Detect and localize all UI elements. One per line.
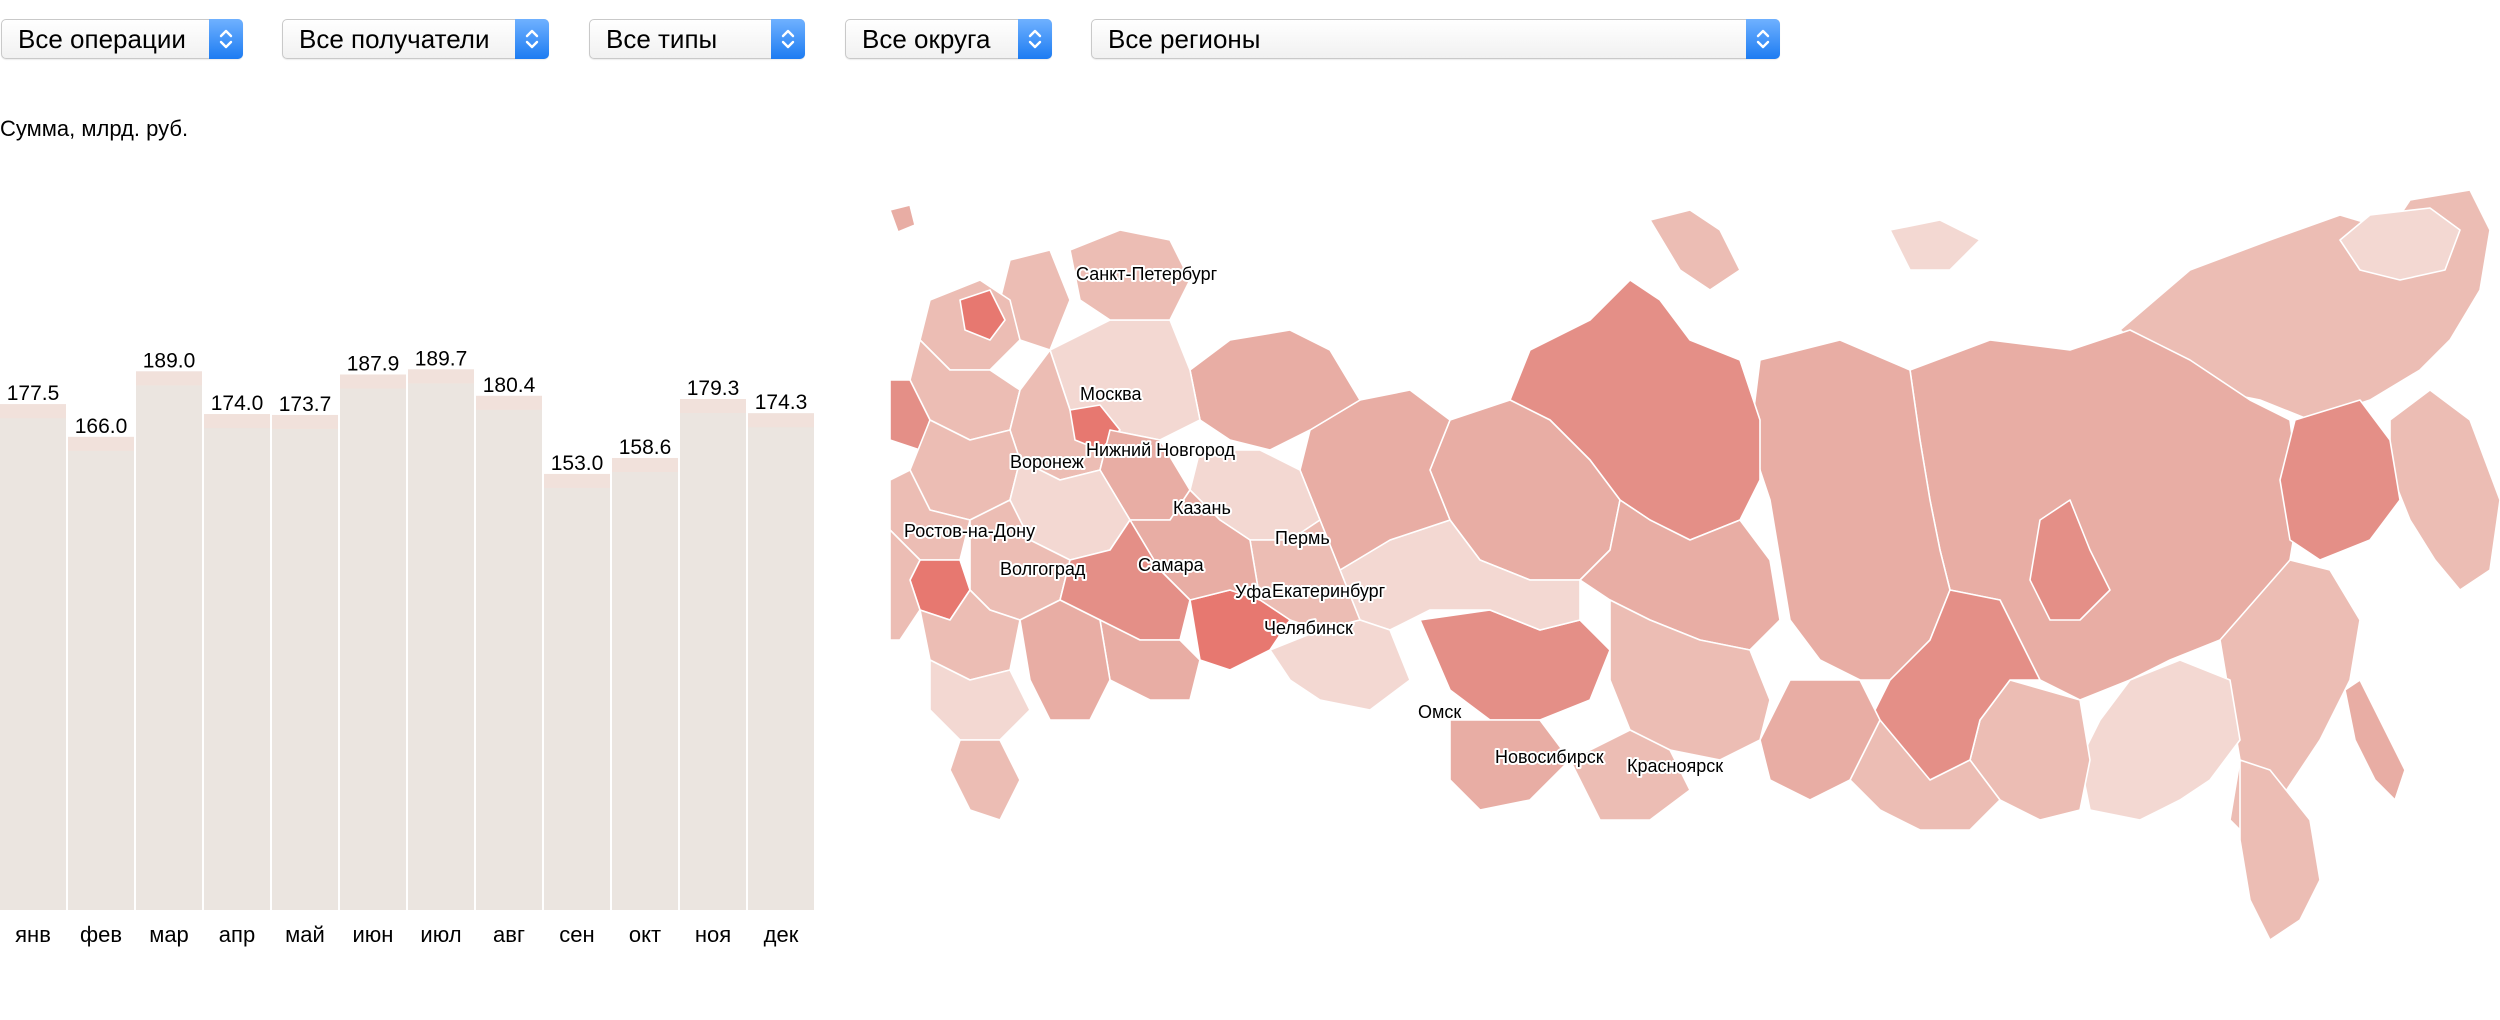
- bar-дек[interactable]: [748, 413, 814, 910]
- city-label-omsk: Омск: [1418, 702, 1461, 722]
- bar-category-label: июн: [353, 922, 394, 947]
- bar-highlight-мар: [136, 371, 202, 386]
- city-label-yekaterinburg: Екатеринбург: [1272, 581, 1386, 601]
- bar-сен[interactable]: [544, 473, 610, 910]
- monthly-sum-bar-chart: 177.5 янв 166.0 фев 189.0 мар 174.0 апр 173.7 май…: [0, 347, 814, 947]
- chart-y-axis-label: Сумма, млрд. руб.: [0, 116, 189, 141]
- bar-value-label: 158.6: [619, 436, 672, 459]
- city-label-volgograd: Волгоград: [1000, 559, 1086, 579]
- bar-value-label: 179.3: [687, 377, 740, 400]
- recipients-select[interactable]: Все получатели: [282, 19, 549, 59]
- bar-highlight-июн: [340, 374, 406, 389]
- bar-value-label: 180.4: [483, 374, 536, 397]
- bar-highlight-дек: [748, 413, 814, 428]
- bar-value-label: 174.3: [755, 391, 808, 414]
- bar-highlight-фев: [68, 436, 134, 451]
- bar-value-label: 189.0: [143, 349, 196, 372]
- bar-category-label: мар: [149, 922, 189, 947]
- bar-ноя[interactable]: [680, 398, 746, 910]
- bar-value-label: 166.0: [75, 415, 128, 438]
- districts-select[interactable]: Все округа: [845, 19, 1052, 59]
- operations-select-value: Все операции: [18, 24, 186, 54]
- bar-category-label: ноя: [695, 922, 731, 947]
- city-label-kazan: Казань: [1173, 498, 1231, 518]
- city-label-chelyabinsk: Челябинск: [1264, 618, 1353, 638]
- city-label-nizhny-novgorod: Нижний Новгород: [1086, 440, 1236, 460]
- bar-category-label: сен: [559, 922, 594, 947]
- city-label-samara: Самара: [1138, 555, 1205, 575]
- map-region[interactable]: [1019, 599, 1111, 721]
- bar-окт[interactable]: [612, 457, 678, 910]
- city-label-voronezh: Воронеж: [1010, 452, 1084, 472]
- map-region[interactable]: [1889, 219, 1981, 271]
- city-label-ufa: Уфа: [1235, 582, 1272, 602]
- russia-regions-map: Санкт-Петербург Москва Нижний Новгород В…: [890, 189, 2500, 941]
- bar-май[interactable]: [272, 414, 338, 910]
- map-region[interactable]: [949, 739, 1021, 821]
- city-label-krasnoyarsk: Красноярск: [1627, 756, 1723, 776]
- city-label-rostov-on-don: Ростов-на-Дону: [904, 521, 1035, 541]
- types-select-value: Все типы: [606, 24, 718, 54]
- map-region[interactable]: [2344, 679, 2406, 801]
- bar-category-label: янв: [15, 922, 51, 947]
- city-label-moscow: Москва: [1080, 384, 1142, 404]
- regions-select[interactable]: Все регионы: [1091, 19, 1780, 59]
- bar-category-label: дек: [764, 922, 799, 947]
- districts-select-value: Все округа: [862, 24, 991, 54]
- bar-highlight-авг: [476, 395, 542, 410]
- bar-мар[interactable]: [136, 371, 202, 911]
- bar-category-label: фев: [80, 922, 122, 947]
- bar-апр[interactable]: [204, 414, 270, 910]
- chevron-updown-icon: [1746, 19, 1780, 59]
- bar-value-label: 174.0: [211, 392, 264, 415]
- bar-highlight-июл: [408, 369, 474, 384]
- bar-highlight-янв: [0, 404, 66, 419]
- chevron-updown-icon: [771, 19, 805, 59]
- chevron-updown-icon: [209, 19, 243, 59]
- regions-select-value: Все регионы: [1108, 24, 1261, 54]
- bar-янв[interactable]: [0, 404, 66, 910]
- bar-category-label: май: [285, 922, 325, 947]
- bar-highlight-ноя: [680, 398, 746, 413]
- types-select[interactable]: Все типы: [589, 19, 805, 59]
- map-region[interactable]: [1649, 209, 1741, 291]
- bar-highlight-май: [272, 414, 338, 429]
- city-label-novosibirsk: Новосибирск: [1495, 747, 1604, 767]
- bar-value-label: 189.7: [415, 347, 468, 370]
- map-region[interactable]: [890, 204, 916, 233]
- bar-июл[interactable]: [408, 369, 474, 910]
- operations-select[interactable]: Все операции: [1, 19, 243, 59]
- map-region[interactable]: [2389, 389, 2500, 591]
- map-region[interactable]: [2239, 759, 2321, 941]
- map-region[interactable]: [2279, 399, 2401, 561]
- bar-value-label: 153.0: [551, 452, 604, 475]
- bar-highlight-окт: [612, 457, 678, 472]
- bar-category-label: окт: [629, 922, 661, 947]
- bar-авг[interactable]: [476, 395, 542, 910]
- bar-category-label: апр: [219, 922, 255, 947]
- bar-highlight-апр: [204, 414, 270, 429]
- bar-category-label: июл: [420, 922, 461, 947]
- city-label-perm: Пермь: [1275, 528, 1330, 548]
- recipients-select-value: Все получатели: [299, 24, 490, 54]
- bar-category-label: авг: [493, 922, 525, 947]
- bar-июн[interactable]: [340, 374, 406, 910]
- bar-value-label: 173.7: [279, 393, 332, 416]
- bar-value-label: 177.5: [7, 382, 60, 405]
- bar-фев[interactable]: [68, 436, 134, 910]
- chevron-updown-icon: [515, 19, 549, 59]
- bar-highlight-сен: [544, 473, 610, 488]
- bar-value-label: 187.9: [347, 352, 400, 375]
- chevron-updown-icon: [1018, 19, 1052, 59]
- city-label-saint-petersburg: Санкт-Петербург: [1076, 264, 1218, 284]
